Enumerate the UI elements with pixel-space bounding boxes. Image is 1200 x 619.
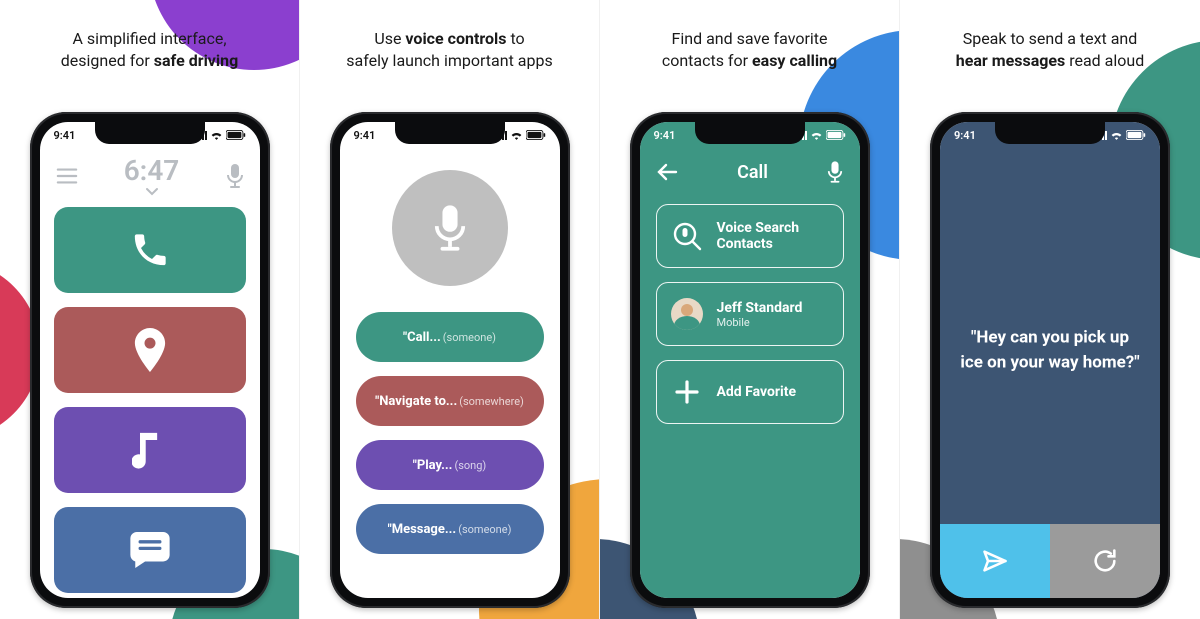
phone-screen: 9:41 "Call...(someone) "Navigate — [340, 122, 560, 598]
voice-button[interactable] — [392, 170, 508, 286]
status-time: 9:41 — [654, 129, 676, 142]
send-icon — [981, 547, 1009, 575]
add-favorite-card[interactable]: Add Favorite — [656, 360, 844, 424]
navigate-tile[interactable] — [54, 307, 246, 393]
call-options-list: Voice Search Contacts Jeff Standard Mobi… — [640, 192, 860, 424]
microphone-icon[interactable] — [827, 161, 843, 183]
wifi-icon — [210, 130, 223, 140]
caption-text: safely launch important apps — [346, 51, 552, 70]
home-header: 6:47 — [40, 154, 260, 197]
wifi-icon — [510, 130, 523, 140]
panel4-caption: Speak to send a text and hear messages r… — [920, 28, 1180, 71]
caption-text: Use — [374, 29, 405, 48]
caption-text: Speak to send a text and — [963, 29, 1138, 48]
location-pin-icon — [133, 328, 167, 372]
phone-frame: 9:41 6:47 — [30, 112, 270, 608]
phone-frame: 9:41 Call — [630, 112, 870, 608]
phone-frame: 9:41 "Hey can you pick up ice on your wa… — [930, 112, 1170, 608]
pill-label: "Play... — [413, 458, 453, 473]
status-time: 9:41 — [954, 129, 976, 142]
voice-pill-play[interactable]: "Play...(song) — [356, 440, 544, 490]
contact-card[interactable]: Jeff Standard Mobile — [656, 282, 844, 346]
pill-label: "Navigate to... — [375, 394, 457, 409]
phone-notch — [95, 122, 205, 144]
pill-label: "Call... — [403, 330, 441, 345]
message-icon — [130, 532, 170, 568]
wifi-icon — [810, 130, 823, 140]
page-title: Call — [737, 162, 768, 183]
caption-text: read aloud — [1065, 51, 1144, 70]
phone-screen: 9:41 Call — [640, 122, 860, 598]
menu-icon[interactable] — [56, 167, 78, 185]
battery-icon — [226, 130, 246, 140]
phone-notch — [995, 122, 1105, 144]
caption-text: designed for — [61, 51, 154, 70]
phone-notch — [395, 122, 505, 144]
voice-pill-call[interactable]: "Call...(someone) — [356, 312, 544, 362]
message-tile[interactable] — [54, 507, 246, 593]
avatar — [671, 298, 703, 330]
voice-search-contacts-card[interactable]: Voice Search Contacts — [656, 204, 844, 268]
battery-icon — [526, 130, 546, 140]
pill-label: "Message... — [388, 522, 457, 537]
caption-bold: hear messages — [956, 51, 1066, 70]
panel2-caption: Use voice controls to safely launch impo… — [320, 28, 579, 71]
pill-hint: (someone) — [443, 331, 496, 344]
chevron-down-icon[interactable] — [145, 187, 159, 197]
call-header: Call — [640, 152, 860, 192]
caption-text: Find and save favorite — [672, 29, 828, 48]
replay-button[interactable] — [1050, 524, 1160, 598]
message-preview: "Hey can you pick up ice on your way hom… — [958, 326, 1142, 375]
caption-text: A simplified interface, — [73, 29, 227, 48]
status-time: 9:41 — [54, 129, 76, 142]
card-title-line2: Contacts — [717, 236, 800, 252]
pill-hint: (someone) — [458, 523, 511, 536]
battery-icon — [826, 130, 846, 140]
caption-bold: easy calling — [752, 51, 837, 70]
pill-hint: (song) — [454, 459, 486, 472]
call-tile[interactable] — [54, 207, 246, 293]
card-title: Voice Search — [717, 220, 800, 236]
caption-bold: safe driving — [154, 51, 238, 70]
wifi-icon — [1110, 130, 1123, 140]
caption-bold: voice controls — [405, 29, 506, 48]
replay-icon — [1091, 547, 1119, 575]
battery-icon — [1126, 130, 1146, 140]
card-title: Add Favorite — [717, 384, 797, 400]
voice-pill-navigate[interactable]: "Navigate to...(somewhere) — [356, 376, 544, 426]
screenshot-panel-2: Use voice controls to safely launch impo… — [300, 0, 600, 619]
microphone-icon[interactable] — [226, 164, 244, 188]
search-mic-icon — [671, 220, 703, 252]
phone-icon — [130, 230, 170, 270]
phone-frame: 9:41 "Call...(someone) "Navigate — [330, 112, 570, 608]
microphone-icon — [433, 205, 467, 251]
phone-screen: 9:41 "Hey can you pick up ice on your wa… — [940, 122, 1160, 598]
screenshot-panel-1: A simplified interface, designed for saf… — [0, 0, 300, 619]
screenshot-panel-4: Speak to send a text and hear messages r… — [900, 0, 1200, 619]
panel3-caption: Find and save favorite contacts for easy… — [620, 28, 879, 71]
screenshot-panel-3: Find and save favorite contacts for easy… — [600, 0, 900, 619]
voice-command-list: "Call...(someone) "Navigate to...(somewh… — [340, 304, 560, 554]
pill-hint: (somewhere) — [459, 395, 524, 408]
arrow-left-icon — [656, 163, 678, 181]
voice-pill-message[interactable]: "Message...(someone) — [356, 504, 544, 554]
plus-icon — [671, 376, 703, 408]
send-button[interactable] — [940, 524, 1050, 598]
contact-name: Jeff Standard — [717, 300, 803, 316]
home-tile-list — [40, 197, 260, 593]
phone-notch — [695, 122, 805, 144]
home-clock: 6:47 — [124, 154, 180, 187]
music-note-icon — [132, 430, 168, 470]
status-time: 9:41 — [354, 129, 376, 142]
back-button[interactable] — [656, 163, 678, 181]
contact-subtitle: Mobile — [717, 316, 803, 329]
caption-text: to — [506, 29, 524, 48]
phone-screen: 9:41 6:47 — [40, 122, 260, 598]
caption-text: contacts for — [662, 51, 752, 70]
message-action-bar — [940, 524, 1160, 598]
panel1-caption: A simplified interface, designed for saf… — [20, 28, 279, 71]
music-tile[interactable] — [54, 407, 246, 493]
